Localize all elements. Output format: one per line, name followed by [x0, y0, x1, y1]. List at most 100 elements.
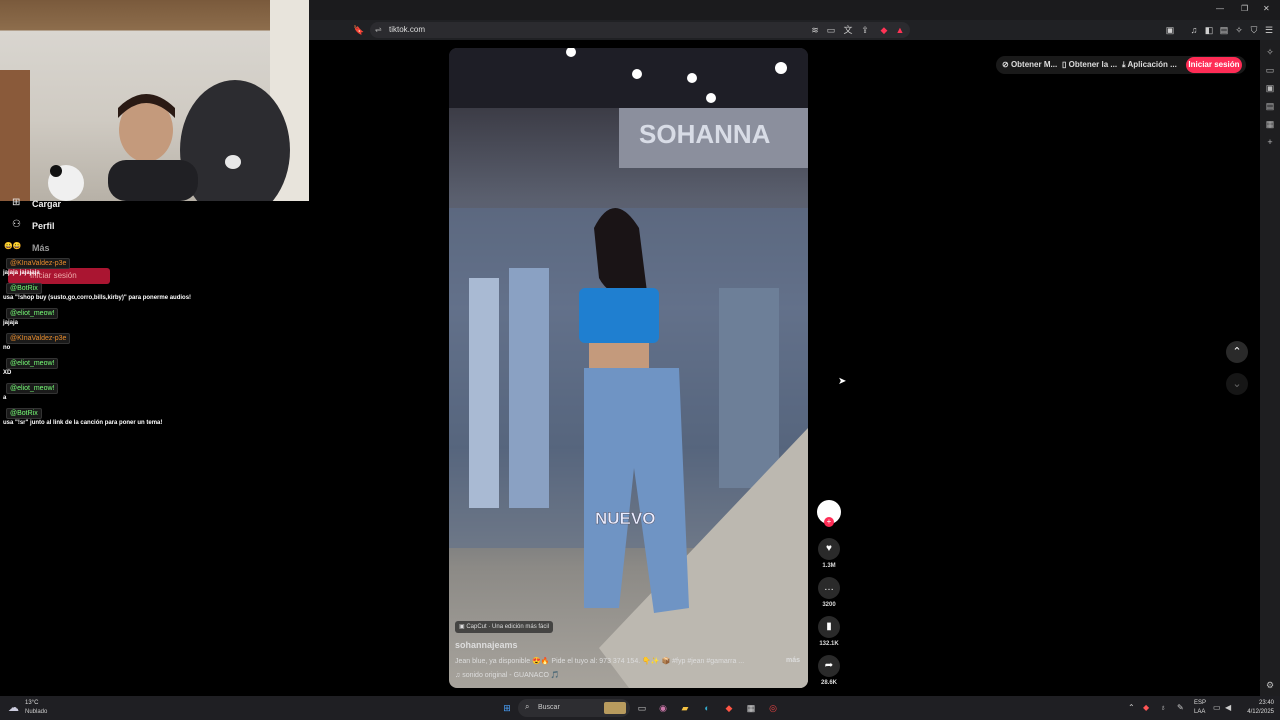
follow-plus-icon[interactable]: +	[824, 517, 834, 527]
reader-icon[interactable]: ≋	[808, 22, 822, 38]
chat-msg-4: XD	[3, 370, 12, 376]
share-icon[interactable]: ⇪	[858, 22, 872, 38]
video-frame: SOHANNA NUEVO	[449, 48, 808, 688]
cast-icon[interactable]: ▭	[824, 22, 838, 38]
chat-msg-2: jajaja	[3, 320, 19, 326]
bookmarks-sidebar-icon[interactable]: ▣	[1262, 80, 1278, 96]
search-icon: ⌕	[525, 702, 530, 711]
like-count: 1.3M	[822, 563, 836, 569]
profile-icon[interactable]: ⚇	[12, 219, 21, 230]
capcut-badge[interactable]: ▣ CapCut · Una edición más fácil	[455, 621, 554, 633]
tray-app-icon[interactable]: ◆	[1143, 703, 1149, 712]
chat-user-2: @eliot_meow!	[6, 308, 59, 319]
rewards-icon[interactable]: ▲	[893, 22, 907, 38]
chat-user-1: @BotRix	[6, 283, 42, 294]
desktop-app-label: Aplicación ...	[1127, 60, 1177, 69]
get-app-label: Obtener la ...	[1068, 60, 1118, 69]
close-window-button[interactable]: ✕	[1263, 4, 1270, 13]
clock-time[interactable]: 23:40	[1244, 700, 1274, 706]
webcam-image	[0, 0, 309, 201]
phone-icon: ▯	[1062, 60, 1069, 69]
weather-desc: Nublado	[25, 709, 48, 715]
url-text: tiktok.com	[389, 25, 426, 34]
brave-icon[interactable]: ◆	[721, 700, 737, 716]
weather-temp: 13°C	[25, 700, 39, 706]
task-view-icon[interactable]: ▭	[634, 700, 650, 716]
add-sidebar-icon[interactable]: +	[1262, 134, 1278, 150]
comment-icon[interactable]: …	[818, 577, 840, 599]
door	[0, 70, 30, 201]
bookmark-save-icon[interactable]: ▮	[818, 616, 840, 638]
site-info-icon[interactable]: ⇌	[375, 22, 382, 38]
display-icon[interactable]: ▭	[1213, 703, 1221, 712]
copilot-icon[interactable]: ◉	[655, 700, 671, 716]
login-button[interactable]: Iniciar sesión	[1186, 57, 1242, 73]
ceiling	[449, 48, 808, 108]
restore-button[interactable]: ❐	[1241, 4, 1248, 13]
next-video-button[interactable]: ⌄	[1226, 373, 1248, 395]
volume-icon[interactable]: ◀	[1225, 703, 1231, 712]
vpn-icon[interactable]: ⛉	[1247, 22, 1261, 38]
mouse-cursor: ➤	[838, 376, 847, 387]
translate-icon[interactable]: 文	[841, 22, 855, 38]
jeans-right	[719, 288, 779, 488]
get-coins-link[interactable]: ⊘ Obtener M...	[1002, 58, 1057, 72]
chat-user-0: @KInaValdez-p3e	[6, 258, 71, 269]
share-arrow-icon[interactable]: ➦	[818, 655, 840, 677]
model-top	[579, 288, 659, 343]
menu-item-upload[interactable]: Cargar	[32, 199, 61, 209]
menu-item-profile[interactable]: Perfil	[32, 221, 55, 231]
chair-logo	[225, 155, 241, 169]
like-heart-icon[interactable]: ♥	[818, 538, 840, 560]
tray-chevron-icon[interactable]: ⌃	[1128, 703, 1135, 712]
desktop-app-link[interactable]: ⤓ Aplicación ...	[1122, 58, 1177, 72]
sidebar-toggle-icon[interactable]: ◧	[1202, 22, 1216, 38]
pen-icon[interactable]: ✎	[1177, 703, 1184, 712]
chrome-icon[interactable]: ◎	[765, 700, 781, 716]
share-count: 28.6K	[820, 680, 837, 686]
sound-label: sonido original - GUANACO 🎵	[462, 672, 560, 679]
jeans-left-2	[509, 268, 549, 508]
history-sidebar-icon[interactable]: ▤	[1262, 98, 1278, 114]
menu-icon[interactable]: ☰	[1262, 22, 1276, 38]
weather-icon[interactable]: ☁	[8, 701, 19, 714]
chat-msg-6: usa "!sr" junto al link de la canción pa…	[3, 420, 163, 426]
wallet-icon[interactable]: ▤	[1217, 22, 1231, 38]
mic-icon[interactable]: ♁	[1160, 703, 1166, 712]
music-icon[interactable]: ♫	[1187, 22, 1201, 38]
more-icon[interactable]: 😀😀	[4, 242, 21, 250]
video-player[interactable]: SOHANNA NUEVO	[449, 48, 808, 688]
chat-msg-1: usa "!shop buy (susto,go,corro,bills,kir…	[3, 295, 192, 301]
grid-sidebar-icon[interactable]: ▦	[1262, 116, 1278, 132]
comment-count: 3200	[822, 602, 836, 608]
menu-item-more[interactable]: Más	[32, 243, 50, 253]
lang-sub: LAA	[1194, 709, 1206, 715]
prev-video-button[interactable]: ⌃	[1226, 341, 1248, 363]
shield-icon[interactable]: ◆	[877, 22, 891, 38]
leo-sidebar-icon[interactable]: ✧	[1262, 44, 1278, 60]
chat-user-4: @eliot_meow!	[6, 358, 59, 369]
settings-sidebar-icon[interactable]: ⚙	[1262, 677, 1278, 693]
edge-icon[interactable]: ◐	[699, 700, 715, 716]
chat-user-6: @BotRix	[6, 408, 42, 419]
light	[706, 93, 716, 103]
reading-list-icon[interactable]: ▭	[1262, 62, 1278, 78]
light	[775, 62, 787, 74]
bookmark-icon[interactable]: 🔖	[352, 22, 366, 38]
minimize-button[interactable]: —	[1216, 4, 1224, 13]
store-icon[interactable]: ▦	[743, 700, 759, 716]
upload-icon[interactable]: ⊞	[12, 197, 20, 208]
light	[632, 69, 642, 79]
search-placeholder: Buscar	[538, 704, 560, 711]
extensions-icon[interactable]: ▣	[1163, 22, 1177, 38]
capcut-label: CapCut · Una edición más fácil	[466, 624, 550, 630]
windows-start-icon[interactable]: ⊞	[499, 700, 515, 716]
lang-indicator[interactable]: ESP	[1194, 700, 1206, 706]
get-app-link[interactable]: ▯ Obtener la ...	[1062, 58, 1117, 72]
video-author[interactable]: sohannajeams	[455, 640, 518, 650]
sound-link[interactable]: ♫ sonido original - GUANACO 🎵	[455, 671, 560, 679]
file-explorer-icon[interactable]: ▰	[677, 700, 693, 716]
save-count: 132.1K	[819, 641, 839, 647]
leo-icon[interactable]: ✧	[1232, 22, 1246, 38]
caption-more-link[interactable]: más	[786, 657, 800, 664]
